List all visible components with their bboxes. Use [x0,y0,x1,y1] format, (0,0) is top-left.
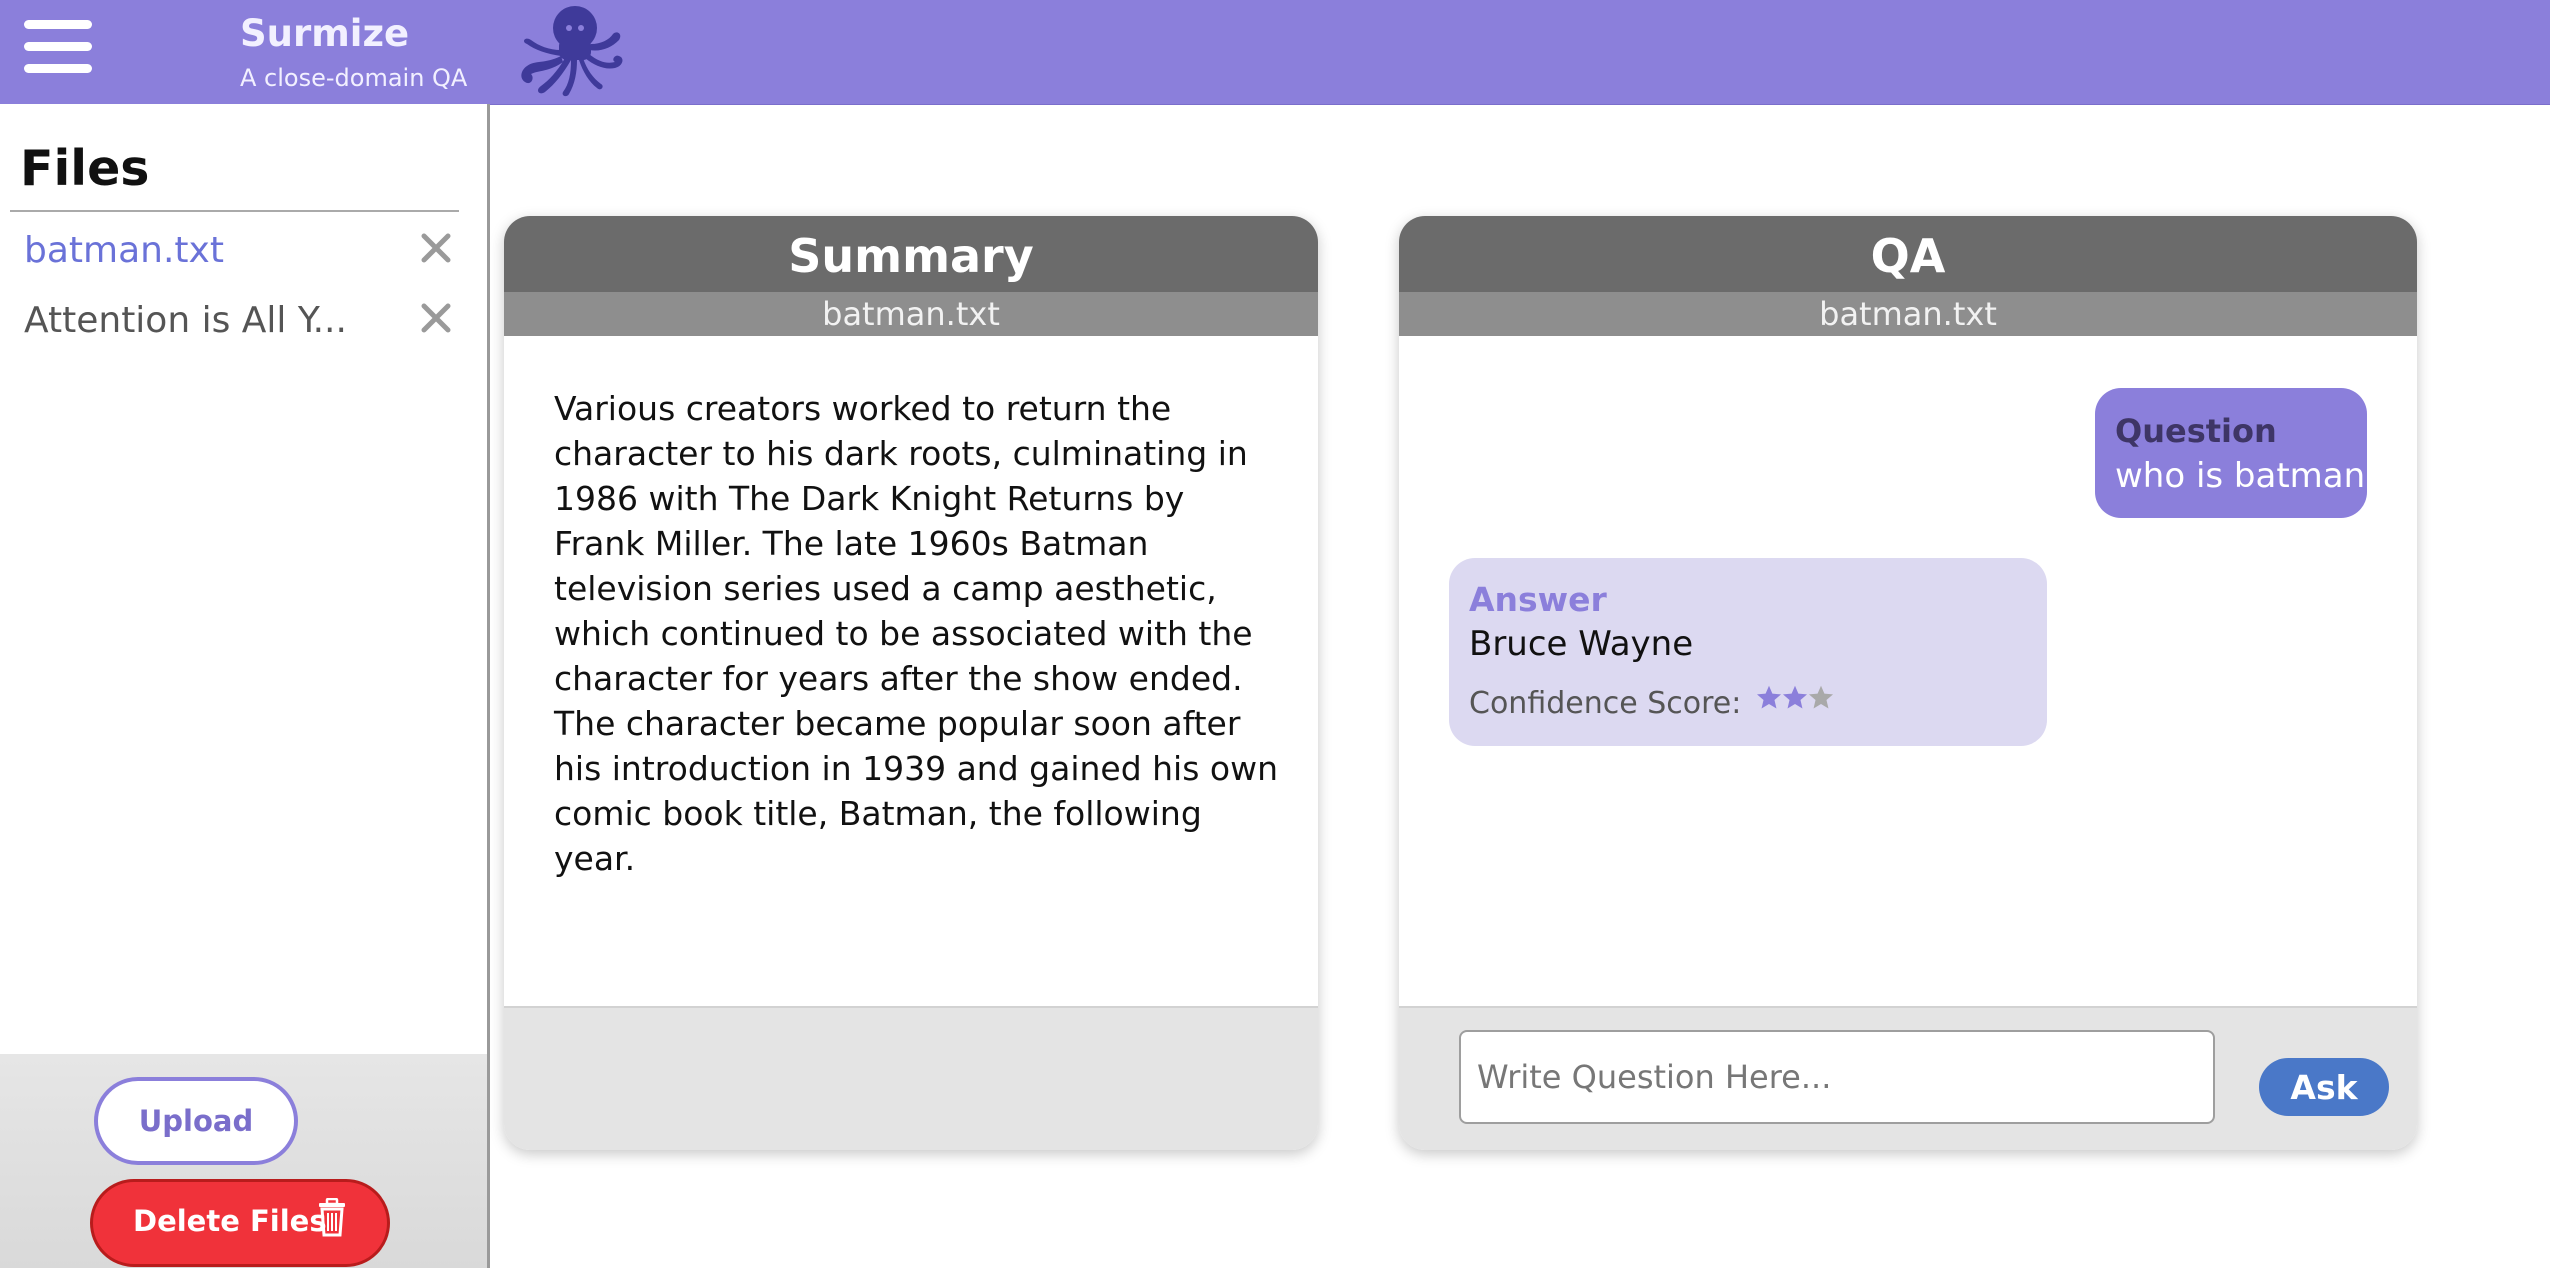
question-text: who is batman? [2115,456,2384,496]
question-label: Question [2115,412,2277,450]
summary-card: Summary batman.txt Various creators work… [504,216,1318,1150]
hamburger-menu-icon[interactable] [24,20,92,74]
confidence-label: Confidence Score: [1469,686,1742,721]
file-name[interactable]: batman.txt [24,230,224,271]
star-icon [1782,685,1808,709]
delete-files-label: Delete Files [133,1204,327,1238]
summary-title: Summary [504,216,1318,292]
qa-file-name: batman.txt [1399,292,2417,336]
answer-bubble: Answer Bruce Wayne Confidence Score: [1449,558,2047,746]
app-title: Surmize [240,12,410,55]
question-bubble: Question who is batman? [2095,388,2383,518]
qa-title: QA [1399,216,2417,292]
summary-text: Various creators worked to return the ch… [554,389,1279,878]
summary-footer [504,1006,1318,1150]
octopus-logo-icon [521,6,623,97]
star-icon [1808,685,1834,709]
answer-label: Answer [1469,580,1607,619]
file-item-attention[interactable]: Attention is All Y... [24,294,464,350]
trash-icon [319,1198,345,1237]
top-bar: Surmize A close-domain QA [0,0,2550,105]
file-name[interactable]: Attention is All Y... [24,300,347,341]
star-icon [1756,685,1782,709]
files-sidebar: Files batman.txt Attention is All Y... U… [0,104,490,1268]
answer-text: Bruce Wayne [1469,624,1694,664]
question-input[interactable] [1459,1030,2215,1124]
ask-button[interactable]: Ask [2259,1058,2389,1116]
summary-file-name: batman.txt [504,292,1318,336]
files-divider [10,210,459,212]
qa-footer: Ask [1399,1006,2417,1150]
delete-files-button[interactable]: Delete Files [90,1179,390,1267]
file-item-batman[interactable]: batman.txt [24,224,464,280]
confidence-stars [1755,684,1834,712]
app-subtitle: A close-domain QA [240,64,468,92]
files-title: Files [20,140,150,197]
close-icon[interactable] [416,298,456,338]
upload-files-button[interactable]: Upload Files [94,1077,298,1218]
close-icon[interactable] [416,228,456,268]
qa-card: QA batman.txt Question who is batman? An… [1399,216,2417,1150]
